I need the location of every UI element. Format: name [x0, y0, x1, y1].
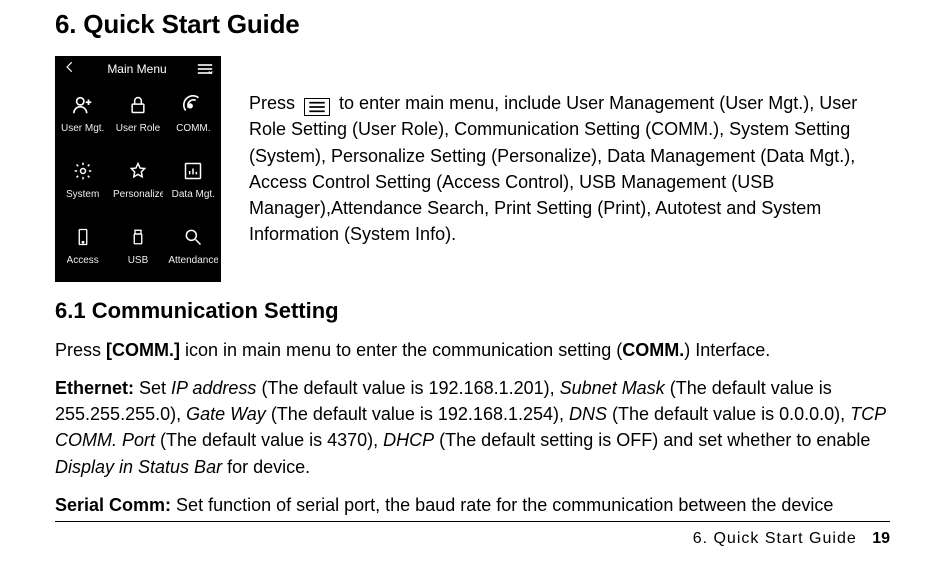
satellite-icon — [182, 94, 204, 116]
bar-chart-icon — [182, 160, 204, 182]
menu-cell-access: Access — [55, 214, 110, 280]
subsection-heading: 6.1 Communication Setting — [55, 296, 890, 327]
footer-section-label: 6. Quick Start Guide — [693, 530, 857, 547]
menu-label: Data Mgt. — [172, 188, 215, 202]
back-arrow-icon — [63, 60, 77, 79]
menu-cell-system: System — [55, 148, 110, 214]
footer-rule — [55, 521, 890, 522]
intro-before-icon: Press — [249, 93, 295, 113]
menu-cell-data-mgt: Data Mgt. — [166, 148, 221, 214]
menu-cell-comm: COMM. — [166, 82, 221, 148]
menu-cell-attendance: Attendance — [166, 214, 221, 280]
search-icon — [182, 226, 204, 248]
menu-label: Attendance — [168, 254, 218, 268]
menu-label: Access — [67, 254, 99, 268]
section-heading: 6. Quick Start Guide — [55, 6, 890, 42]
menu-cell-user-mgt: User Mgt. — [55, 82, 110, 148]
page-footer: 6. Quick Start Guide 19 — [693, 528, 890, 550]
menu-cell-usb: USB — [110, 214, 165, 280]
menu-label: User Role — [116, 122, 160, 136]
gear-icon — [72, 160, 94, 182]
menu-label: System — [66, 188, 99, 202]
user-plus-icon — [72, 94, 94, 116]
intro-after-icon: to enter main menu, include User Managem… — [249, 93, 857, 243]
embedded-screenshot-main-menu: Main Menu User Mgt. — [55, 56, 221, 282]
paragraph-comm-intro: Press [COMM.] icon in main menu to enter… — [55, 337, 890, 363]
phone-title: Main Menu — [107, 61, 166, 78]
paragraph-ethernet: Ethernet: Set IP address (The default va… — [55, 375, 890, 479]
menu-cell-user-role: User Role — [110, 82, 165, 148]
paragraph-serial-comm: Serial Comm: Set function of serial port… — [55, 492, 890, 518]
menu-label: COMM. — [176, 122, 210, 136]
usb-drive-icon — [127, 226, 149, 248]
menu-label: User Mgt. — [61, 122, 104, 136]
intro-paragraph: Press to enter main menu, include User M… — [249, 56, 890, 247]
menu-cell-personalize: Personalize — [110, 148, 165, 214]
phone-device-icon — [72, 226, 94, 248]
menu-hamburger-icon — [304, 98, 330, 116]
menu-label: Personalize — [113, 188, 163, 202]
page-number: 19 — [872, 530, 890, 547]
phone-topbar: Main Menu — [55, 56, 221, 82]
star-icon — [127, 160, 149, 182]
lock-icon — [127, 94, 149, 116]
menu-list-icon — [197, 63, 213, 75]
menu-label: USB — [128, 254, 149, 268]
